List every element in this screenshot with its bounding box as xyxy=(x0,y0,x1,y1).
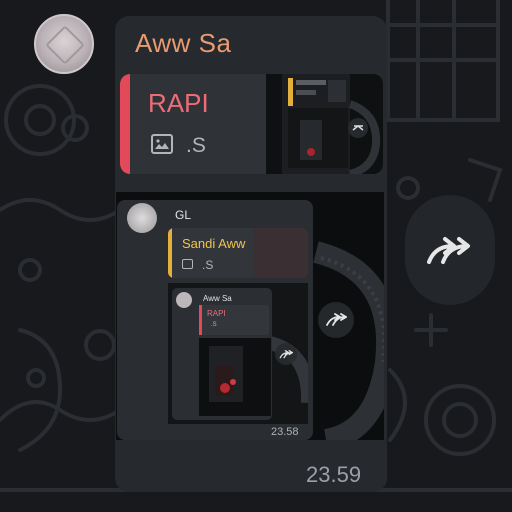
sender-avatar[interactable] xyxy=(34,14,94,74)
message-timestamp: 23.59 xyxy=(306,462,362,487)
reply-title: RAPI xyxy=(148,88,209,118)
nested-sender-avatar xyxy=(127,203,157,233)
forward-button[interactable] xyxy=(405,195,495,305)
nested-reply-thumbnail xyxy=(253,228,308,278)
forward-arrow-icon xyxy=(279,349,293,358)
nested-timestamp: 23.58 xyxy=(271,426,299,438)
reply-accent-bar xyxy=(120,74,130,174)
sender-name[interactable]: Aww Sa xyxy=(135,28,231,59)
deep-nested-reply-media-text: .S xyxy=(211,322,217,328)
nested-forward-button xyxy=(318,302,354,338)
forward-arrow-icon xyxy=(427,237,470,264)
reply-media-text: .S xyxy=(186,134,206,157)
nested-reply-media-text: .S xyxy=(202,258,214,272)
nested-image-icon xyxy=(182,259,193,269)
avatar-emblem-icon xyxy=(45,25,85,65)
reply-thumbnail-image xyxy=(266,74,383,174)
deep-nested-reply-title: RAPI xyxy=(207,309,226,318)
deep-nested-reply-quote: RAPI .S xyxy=(199,305,269,335)
image-icon xyxy=(151,134,173,154)
nested-reply-title: Sandi Aww xyxy=(182,236,246,251)
reply-thumbnail[interactable] xyxy=(266,74,383,174)
nested-reply-accent-bar xyxy=(168,228,172,278)
deep-nested-media xyxy=(199,338,271,416)
nested-sender-name: GL xyxy=(175,208,192,222)
forward-arrow-icon xyxy=(326,313,347,326)
deep-nested-media-image xyxy=(199,338,271,416)
deep-nested-avatar xyxy=(176,292,192,308)
deep-nested-sender-name: Aww Sa xyxy=(203,294,232,303)
deep-nested-forward-button xyxy=(275,343,297,365)
deep-nested-reply-accent-bar xyxy=(199,305,202,335)
